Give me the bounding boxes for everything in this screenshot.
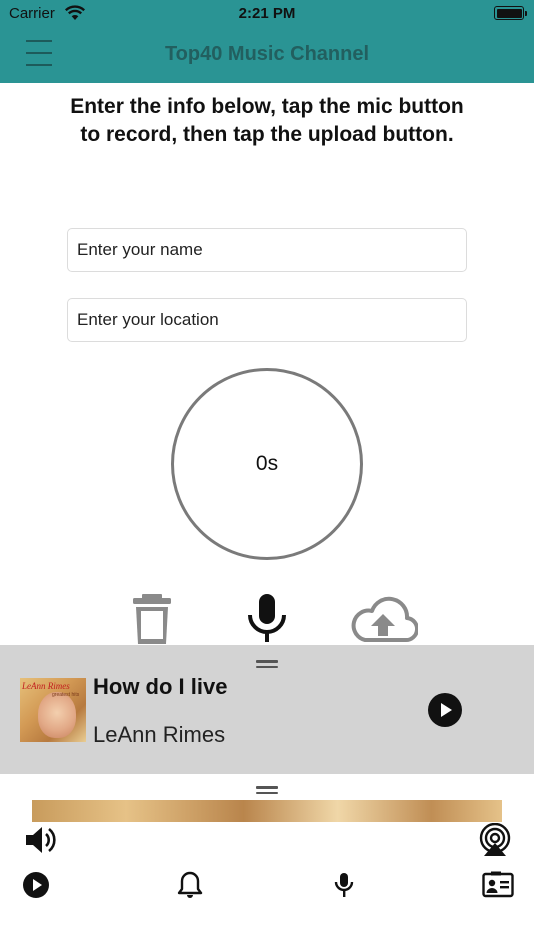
delete-recording-button[interactable] — [130, 594, 174, 644]
page-title: Top40 Music Channel — [164, 43, 370, 65]
play-button[interactable] — [428, 693, 462, 727]
album-art-text: LeAnn Rimes — [22, 681, 70, 691]
trash-icon — [133, 594, 171, 644]
play-icon — [23, 872, 49, 898]
status-bar: Carrier 2:21 PM — [0, 0, 534, 28]
elapsed-time: 0s — [255, 452, 279, 475]
bell-icon — [177, 871, 203, 898]
album-art-subtext: greatest hits — [52, 692, 80, 698]
hamburger-icon — [26, 40, 52, 42]
microphone-icon — [334, 873, 354, 897]
artist-banner-image — [32, 800, 502, 822]
cloud-upload-icon — [351, 596, 420, 643]
song-artist: LeAnn Rimes — [93, 722, 226, 747]
airplay-button[interactable] — [478, 822, 512, 857]
upload-button[interactable] — [348, 596, 420, 644]
volume-icon — [26, 827, 56, 853]
location-input[interactable] — [67, 298, 467, 342]
recording-timer: 0s — [171, 368, 363, 560]
tab-record[interactable] — [329, 870, 359, 900]
name-input[interactable] — [67, 228, 467, 272]
song-title: How do I live — [93, 674, 228, 699]
battery-icon — [494, 6, 527, 20]
app-header: Carrier 2:21 PM Top40 Music Channel — [0, 0, 534, 83]
record-mic-button[interactable] — [244, 594, 290, 646]
volume-button[interactable] — [24, 826, 58, 854]
contact-card-icon — [482, 871, 514, 898]
drawer-handle[interactable] — [256, 786, 278, 794]
drag-handle[interactable] — [256, 660, 278, 668]
tab-notifications[interactable] — [176, 870, 206, 900]
tab-contact[interactable] — [482, 870, 514, 900]
tab-play[interactable] — [22, 870, 52, 900]
microphone-icon — [248, 594, 286, 642]
album-art: LeAnn Rimes greatest hits — [20, 678, 86, 742]
airplay-icon — [479, 822, 511, 856]
instructions-text: Enter the info below, tap the mic button… — [70, 95, 464, 146]
status-time: 2:21 PM — [238, 5, 296, 22]
